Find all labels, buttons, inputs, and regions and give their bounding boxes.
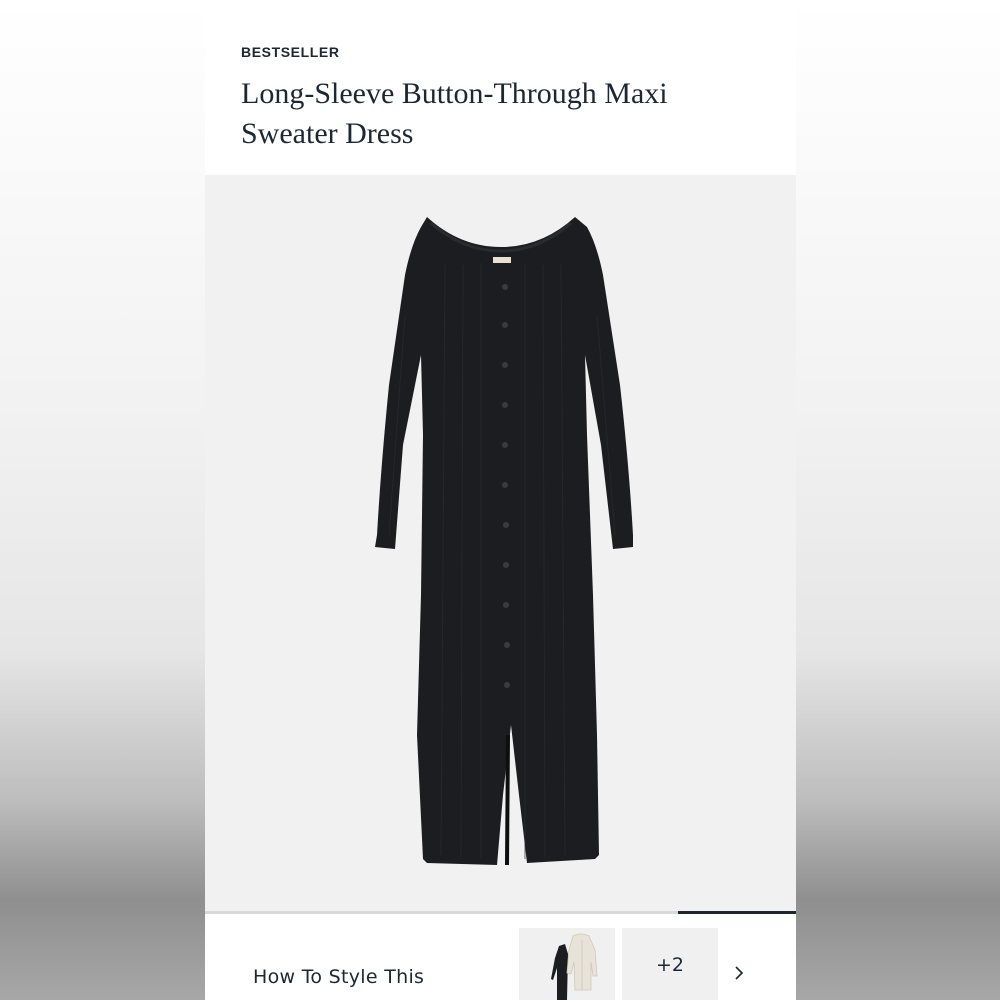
more-outfits-button[interactable]: +2 bbox=[622, 928, 718, 1000]
product-image[interactable] bbox=[205, 175, 796, 912]
dress-illustration bbox=[375, 217, 633, 866]
outfit-image bbox=[551, 933, 598, 1000]
dress-body bbox=[375, 217, 633, 865]
product-page: BESTSELLER Long-Sleeve Button-Through Ma… bbox=[205, 0, 796, 1000]
chevron-right-icon bbox=[735, 966, 744, 980]
outfit-thumbnail[interactable] bbox=[519, 928, 615, 1000]
how-to-style-label[interactable]: How To Style This bbox=[253, 966, 424, 988]
bestseller-badge: BESTSELLER bbox=[241, 44, 340, 60]
backdrop-left bbox=[0, 0, 205, 1000]
product-header: BESTSELLER Long-Sleeve Button-Through Ma… bbox=[205, 0, 796, 175]
backdrop-right bbox=[796, 0, 1000, 1000]
more-outfits-count: +2 bbox=[655, 954, 684, 976]
how-to-style-section: How To Style This +2 bbox=[205, 914, 796, 1000]
product-title: Long-Sleeve Button-Through Maxi Sweater … bbox=[241, 77, 668, 150]
next-button[interactable] bbox=[727, 958, 751, 988]
